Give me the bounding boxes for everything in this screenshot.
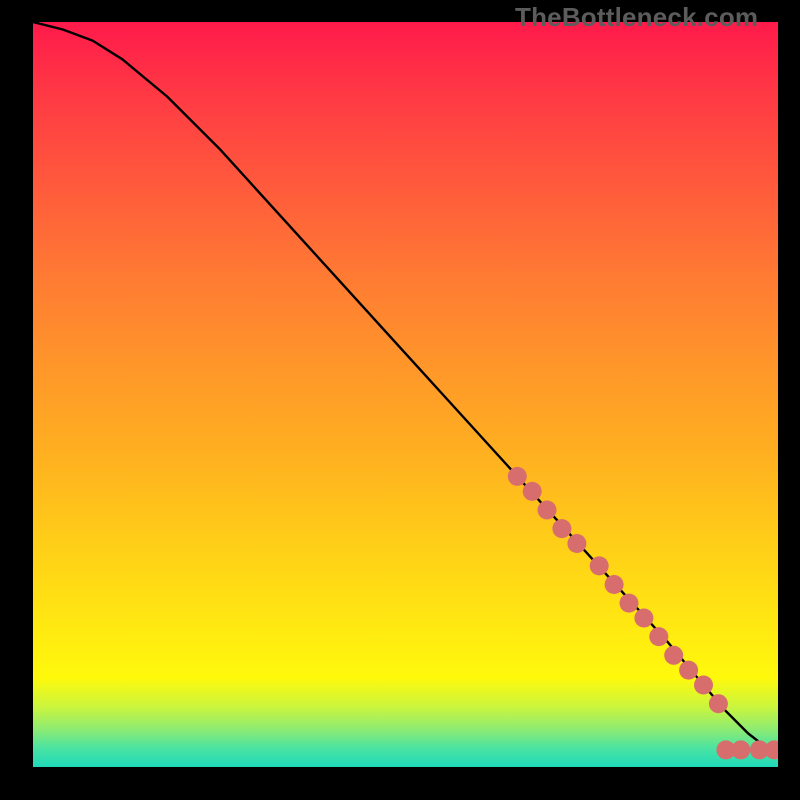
marker-dot — [694, 676, 713, 695]
marker-dot — [605, 575, 624, 594]
marker-dot — [765, 740, 778, 759]
marker-dot — [523, 482, 542, 501]
marker-dot — [508, 467, 527, 486]
chart-frame: TheBottleneck.com — [0, 0, 800, 800]
marker-dot — [538, 501, 557, 520]
marker-dot — [679, 661, 698, 680]
marker-dot — [552, 519, 571, 538]
marker-dot — [664, 646, 683, 665]
marker-dot — [634, 609, 653, 628]
marker-dot — [590, 556, 609, 575]
marker-dot — [731, 740, 750, 759]
chart-overlay — [33, 22, 778, 767]
marker-dot — [709, 694, 728, 713]
marker-dot — [620, 594, 639, 613]
marker-dot — [567, 534, 586, 553]
marker-dot — [649, 627, 668, 646]
plot-area — [33, 22, 778, 767]
marker-dots — [508, 467, 778, 760]
